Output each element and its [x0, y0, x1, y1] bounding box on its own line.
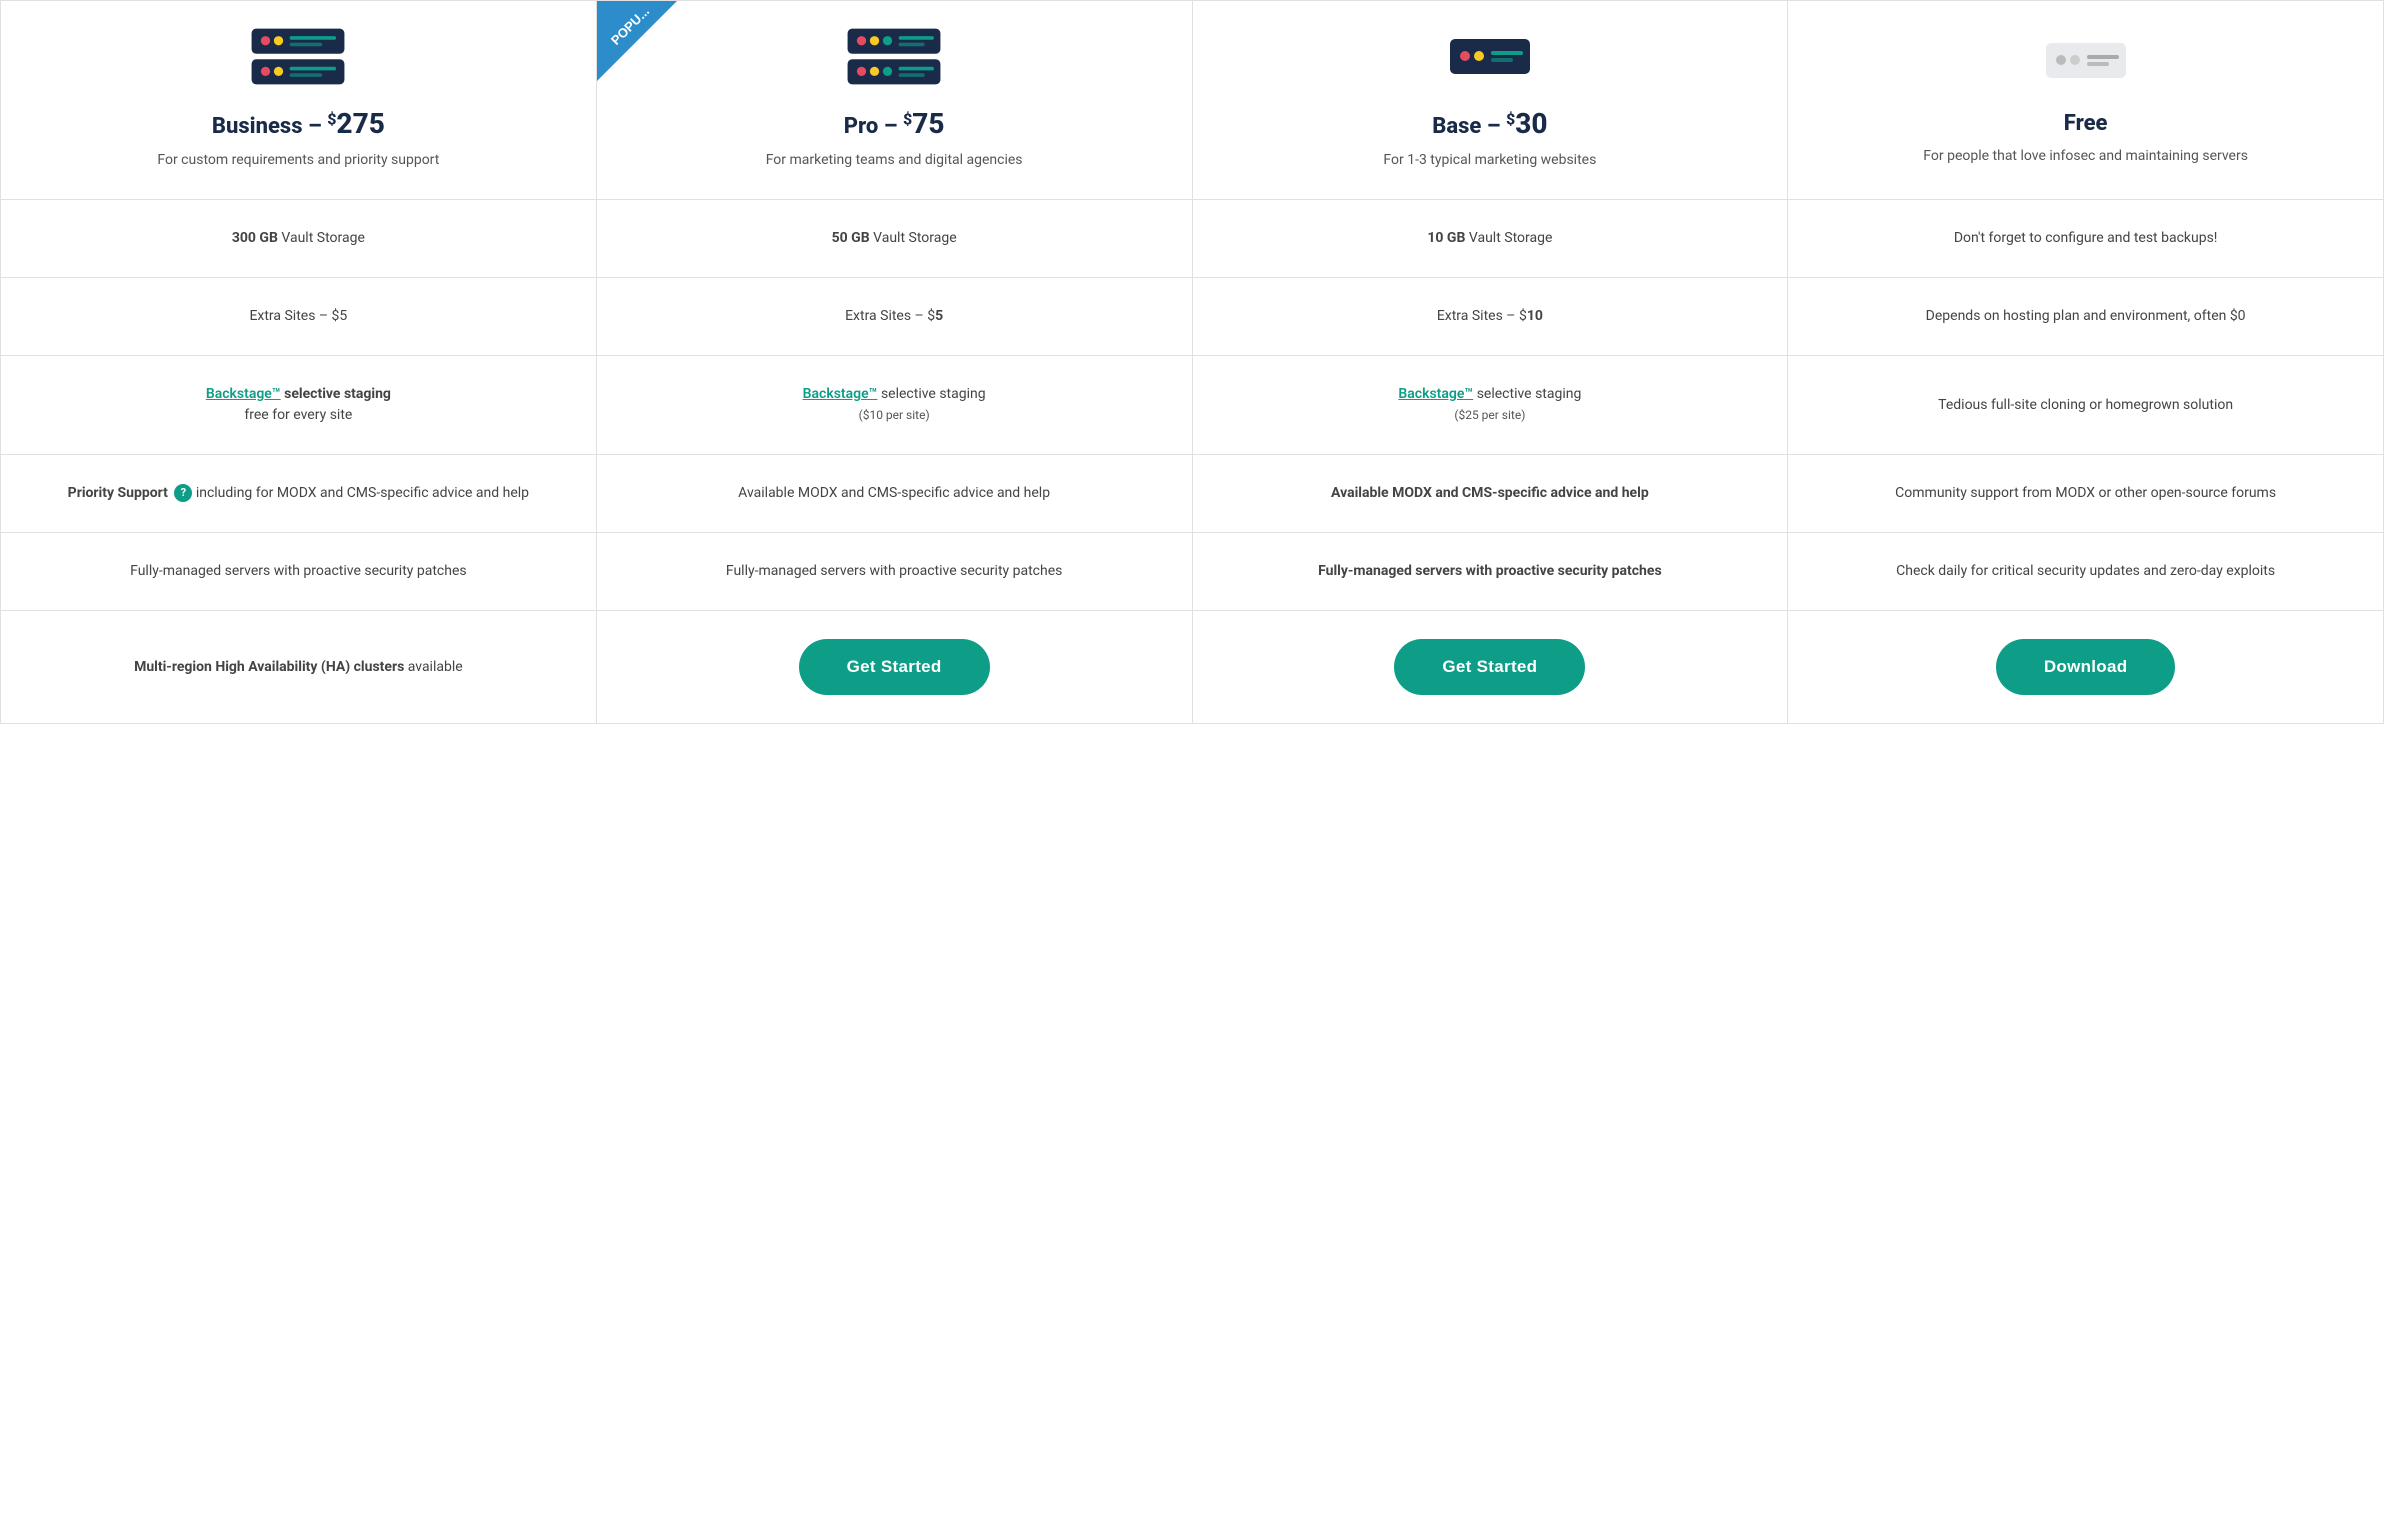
feature-staging-business: Backstage™ selective stagingfree for eve…	[1, 356, 597, 455]
staging-text-business: Backstage™ selective stagingfree for eve…	[206, 384, 391, 426]
support-text-base: Available MODX and CMS-specific advice a…	[1331, 483, 1649, 504]
staging-subnote-pro: ($10 per site)	[859, 408, 930, 422]
feature-storage-business: 300 GB Vault Storage	[1, 200, 597, 278]
pricing-table: Business – $275 For custom requirements …	[0, 0, 2384, 724]
plan-title-business: Business – $275	[212, 107, 385, 140]
backstage-link-base[interactable]: Backstage™	[1398, 386, 1473, 402]
servers-text-pro: Fully-managed servers with proactive sec…	[726, 561, 1063, 582]
feature-staging-pro: Backstage™ selective staging ($10 per si…	[597, 356, 1193, 455]
storage-amount-base: 10 GB	[1427, 230, 1465, 246]
plan-desc-business: For custom requirements and priority sup…	[157, 150, 439, 171]
ha-text-business: Multi-region High Availability (HA) clus…	[134, 657, 463, 678]
servers-text-business: Fully-managed servers with proactive sec…	[130, 561, 467, 582]
staging-text-pro: Backstage™ selective staging ($10 per si…	[803, 384, 986, 426]
storage-amount-pro: 50 GB	[832, 230, 870, 246]
feature-cta-free: Download	[1788, 611, 2384, 724]
plan-header-pro: POPU... Pro – $75 For marketing team	[597, 1, 1193, 200]
backstage-link-business[interactable]: Backstage™	[206, 386, 281, 402]
feature-extrasites-pro: Extra Sites – $5	[597, 278, 1193, 356]
plan-image-free	[2026, 25, 2146, 95]
feature-servers-pro: Fully-managed servers with proactive sec…	[597, 533, 1193, 611]
plan-desc-pro: For marketing teams and digital agencies	[766, 150, 1023, 171]
plan-image-base	[1430, 21, 1550, 91]
feature-support-base: Available MODX and CMS-specific advice a…	[1193, 455, 1789, 533]
plan-desc-base: For 1-3 typical marketing websites	[1383, 150, 1596, 171]
feature-cta-business: Multi-region High Availability (HA) clus…	[1, 611, 597, 724]
popular-ribbon: POPU...	[597, 1, 697, 101]
plan-header-business: Business – $275 For custom requirements …	[1, 1, 597, 200]
plan-title-pro: Pro – $75	[844, 107, 945, 140]
plan-header-base: Base – $30 For 1-3 typical marketing web…	[1193, 1, 1789, 200]
extrasites-text-pro: Extra Sites – $5	[845, 306, 943, 327]
support-text-pro: Available MODX and CMS-specific advice a…	[738, 483, 1050, 504]
plan-desc-free: For people that love infosec and maintai…	[1923, 146, 2248, 167]
feature-servers-free: Check daily for critical security update…	[1788, 533, 2384, 611]
plan-image-business	[238, 21, 358, 91]
get-started-button-base[interactable]: Get Started	[1394, 639, 1585, 695]
support-text-business: Priority Support ? including for MODX an…	[68, 483, 529, 504]
plan-image-pro	[834, 21, 954, 91]
feature-extrasites-free: Depends on hosting plan and environment,…	[1788, 278, 2384, 356]
extrasites-text-free: Depends on hosting plan and environment,…	[1926, 306, 2246, 327]
feature-cta-base: Get Started	[1193, 611, 1789, 724]
servers-text-base: Fully-managed servers with proactive sec…	[1318, 561, 1662, 582]
feature-storage-pro: 50 GB Vault Storage	[597, 200, 1193, 278]
feature-servers-base: Fully-managed servers with proactive sec…	[1193, 533, 1789, 611]
feature-staging-free: Tedious full-site cloning or homegrown s…	[1788, 356, 2384, 455]
feature-support-business: Priority Support ? including for MODX an…	[1, 455, 597, 533]
feature-support-free: Community support from MODX or other ope…	[1788, 455, 2384, 533]
servers-text-free: Check daily for critical security update…	[1896, 561, 2275, 582]
feature-storage-free: Don't forget to configure and test backu…	[1788, 200, 2384, 278]
download-button-free[interactable]: Download	[1996, 639, 2176, 695]
extrasites-text-base: Extra Sites – $10	[1437, 306, 1543, 327]
feature-servers-business: Fully-managed servers with proactive sec…	[1, 533, 597, 611]
staging-text-free: Tedious full-site cloning or homegrown s…	[1938, 395, 2233, 416]
get-started-button-pro[interactable]: Get Started	[799, 639, 990, 695]
plan-header-free: Free For people that love infosec and ma…	[1788, 1, 2384, 200]
storage-amount-business: 300 GB	[232, 230, 278, 246]
support-text-free: Community support from MODX or other ope…	[1895, 483, 2276, 504]
feature-cta-pro: Get Started	[597, 611, 1193, 724]
feature-extrasites-base: Extra Sites – $10	[1193, 278, 1789, 356]
storage-note-free: Don't forget to configure and test backu…	[1954, 228, 2218, 249]
feature-storage-base: 10 GB Vault Storage	[1193, 200, 1789, 278]
feature-support-pro: Available MODX and CMS-specific advice a…	[597, 455, 1193, 533]
feature-staging-base: Backstage™ selective staging ($25 per si…	[1193, 356, 1789, 455]
staging-text-base: Backstage™ selective staging ($25 per si…	[1398, 384, 1581, 426]
extrasites-text-business: Extra Sites – $5	[249, 306, 347, 327]
plan-title-free: Free	[2064, 111, 2108, 136]
feature-extrasites-business: Extra Sites – $5	[1, 278, 597, 356]
backstage-link-pro[interactable]: Backstage™	[803, 386, 878, 402]
staging-subnote-base: ($25 per site)	[1454, 408, 1525, 422]
plan-title-base: Base – $30	[1432, 107, 1547, 140]
help-icon-business: ?	[174, 484, 192, 502]
